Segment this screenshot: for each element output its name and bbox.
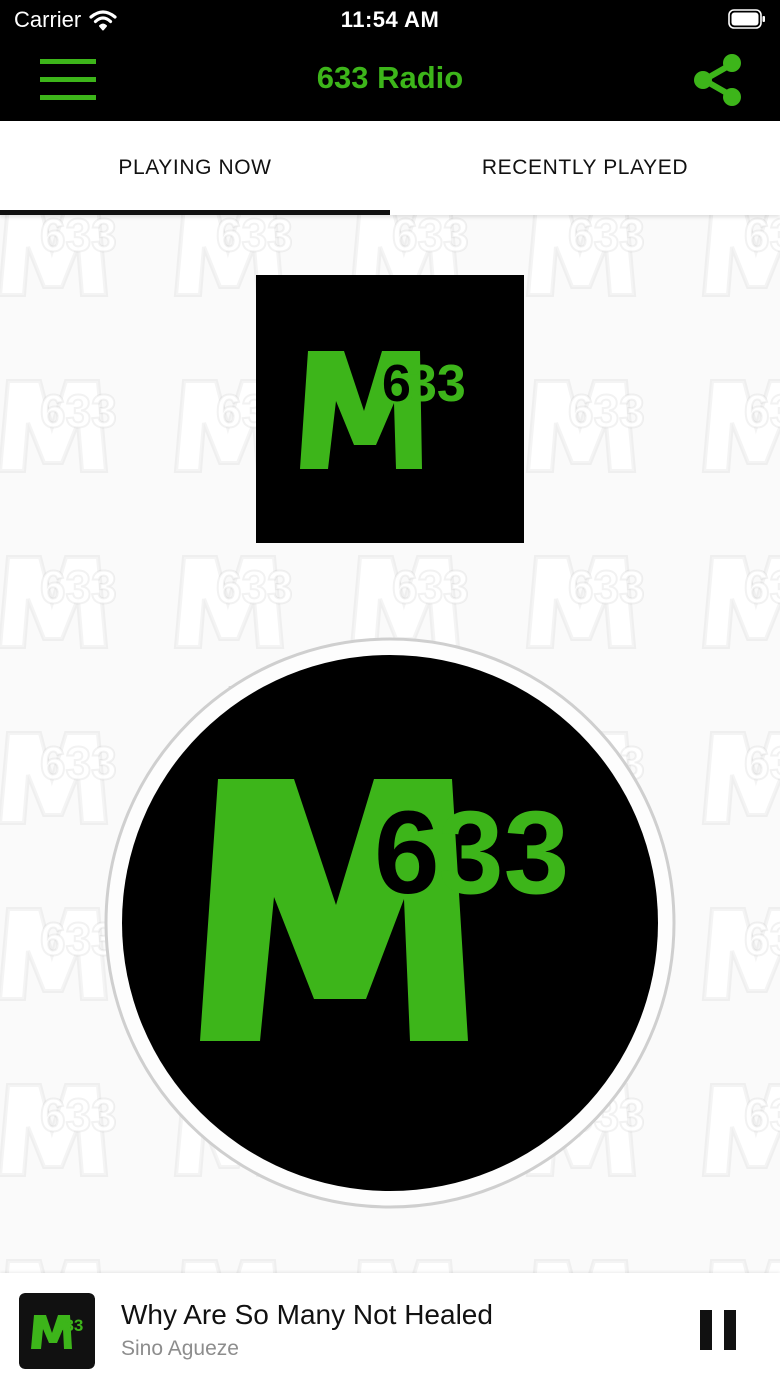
tab-playing-now-label: PLAYING NOW — [118, 156, 272, 179]
pause-button[interactable] — [696, 1307, 740, 1353]
svg-text:6: 6 — [382, 355, 411, 413]
nav-bar: 633 Radio — [0, 40, 780, 121]
svg-text:633: 633 — [55, 1316, 83, 1335]
now-playing-area: 633 6 33 UpdateStar.com 6 33 — [0, 215, 780, 1273]
track-artwork-thumbnail: 633 — [19, 1293, 95, 1369]
tab-recently-played[interactable]: RECENTLY PLAYED — [390, 121, 780, 215]
tab-recently-played-label: RECENTLY PLAYED — [481, 156, 689, 179]
track-title: Why Are So Many Not Healed — [121, 1299, 493, 1330]
svg-text:33: 33 — [438, 787, 569, 919]
share-icon — [694, 54, 741, 106]
mini-player[interactable]: 633 Why Are So Many Not Healed Sino Ague… — [0, 1273, 780, 1387]
tab-selected-indicator — [0, 210, 390, 215]
svg-text:6: 6 — [374, 787, 440, 919]
status-bar: Carrier 11:54 AM — [0, 0, 780, 40]
status-time: 11:54 AM — [340, 7, 440, 32]
track-artist: Sino Agueze — [121, 1337, 239, 1360]
pause-icon — [700, 1310, 736, 1350]
app-title: 633 Radio — [316, 60, 464, 95]
share-button[interactable] — [690, 50, 744, 110]
tab-bar: PLAYING NOW RECENTLY PLAYED — [0, 121, 780, 215]
station-logo-disc: 6 33 — [104, 637, 676, 1209]
station-logo-square: 6 33 — [256, 275, 524, 543]
battery-icon — [728, 9, 765, 29]
tab-playing-now[interactable]: PLAYING NOW — [0, 121, 390, 215]
svg-text:33: 33 — [408, 355, 466, 413]
